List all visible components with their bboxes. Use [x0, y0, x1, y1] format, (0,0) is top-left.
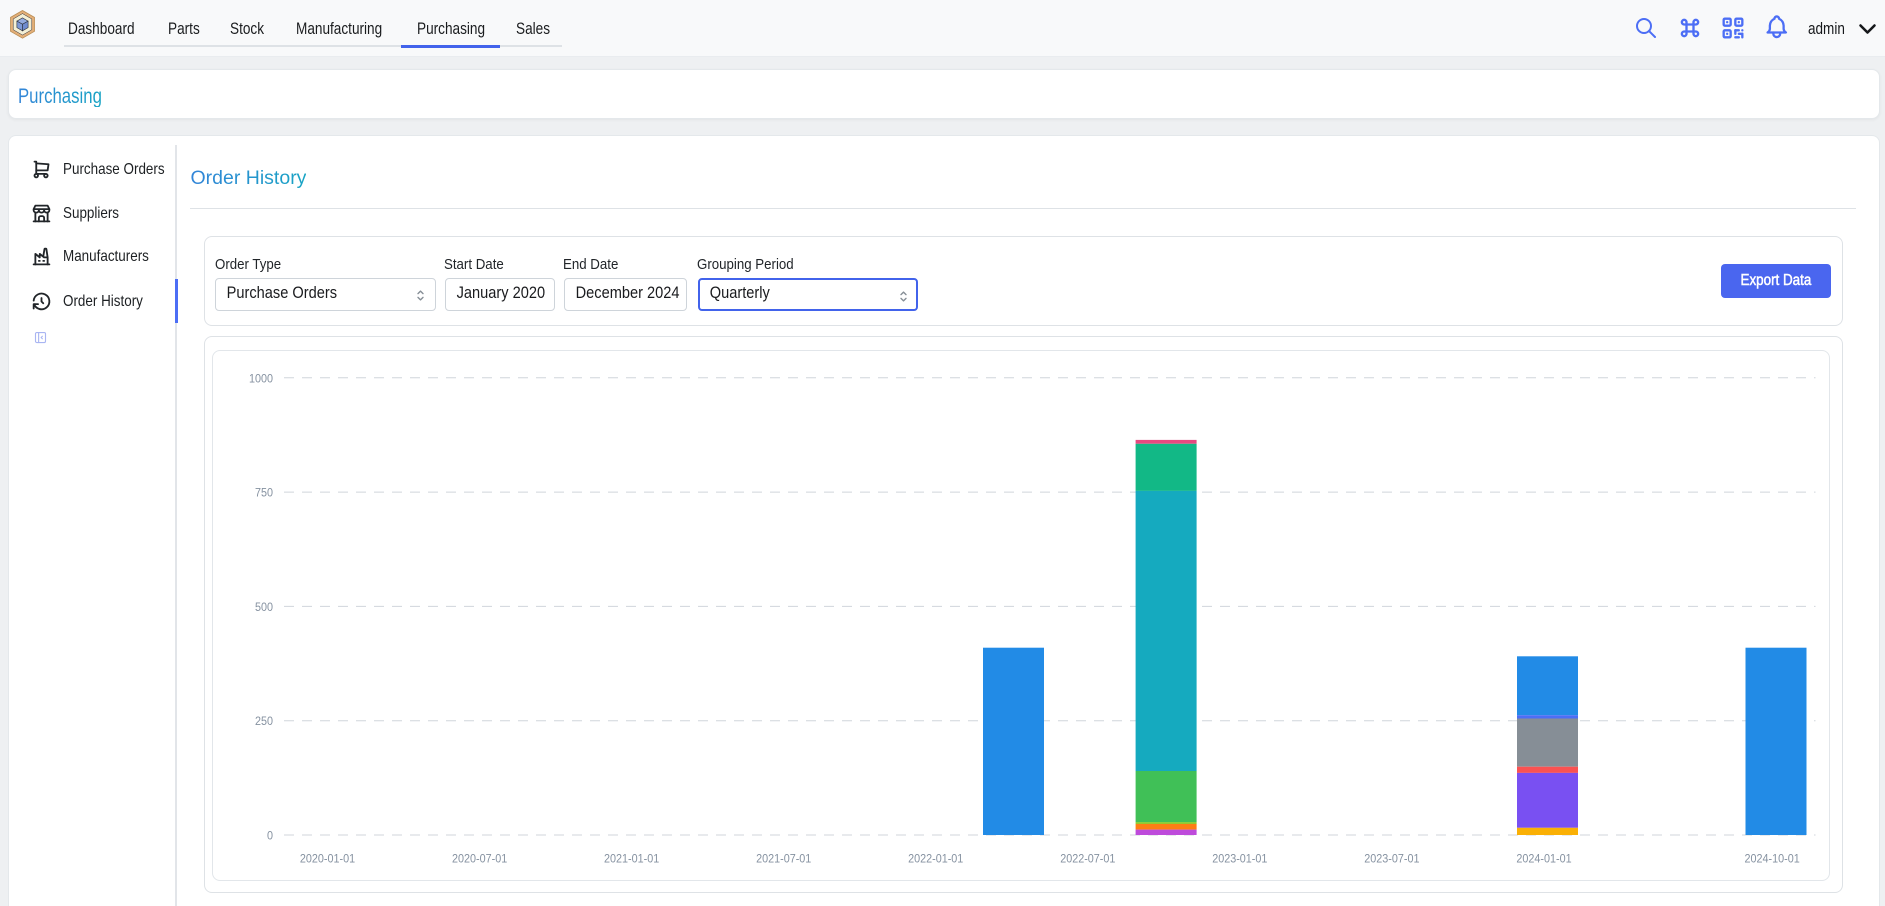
svg-text:2022-07-01: 2022-07-01 — [1060, 852, 1115, 865]
svg-text:2023-07-01: 2023-07-01 — [1364, 852, 1419, 865]
svg-text:2020-07-01: 2020-07-01 — [451, 852, 506, 865]
svg-text:500: 500 — [254, 601, 272, 614]
svg-text:2024-10-01: 2024-10-01 — [1744, 852, 1799, 865]
svg-text:2021-07-01: 2021-07-01 — [756, 852, 811, 865]
svg-text:0: 0 — [266, 830, 272, 843]
svg-text:2022-01-01: 2022-01-01 — [908, 852, 963, 865]
svg-text:250: 250 — [254, 715, 272, 728]
svg-text:2024-01-01: 2024-01-01 — [1516, 852, 1571, 865]
svg-text:2023-01-01: 2023-01-01 — [1212, 852, 1267, 865]
svg-text:1000: 1000 — [248, 372, 272, 385]
svg-text:2020-01-01: 2020-01-01 — [299, 852, 354, 865]
svg-text:750: 750 — [254, 487, 272, 500]
svg-text:2021-01-01: 2021-01-01 — [603, 852, 658, 865]
